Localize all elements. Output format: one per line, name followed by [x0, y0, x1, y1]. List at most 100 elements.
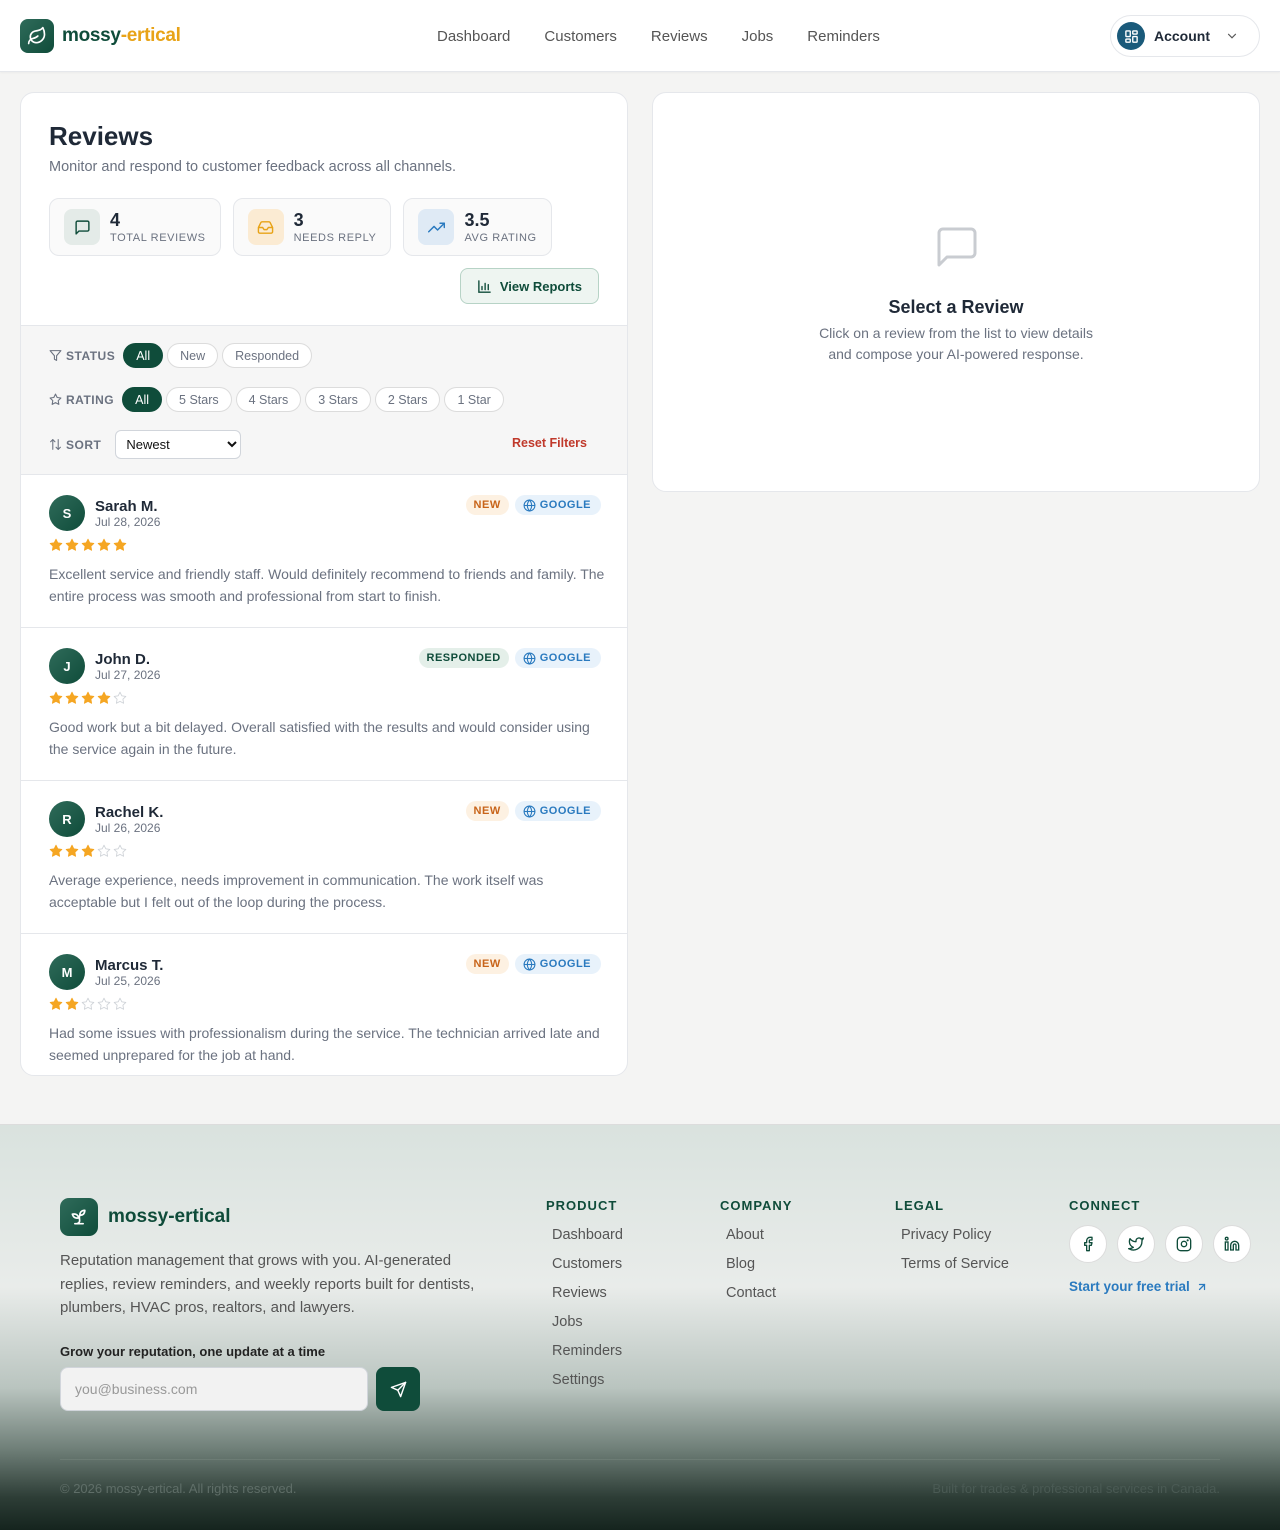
status-label-text: STATUS [66, 348, 116, 363]
status-filter-label: STATUS [49, 349, 115, 363]
filters-panel: STATUS All New Responded RATING All 5 St… [21, 325, 627, 475]
globe-icon [523, 804, 536, 818]
footer-link-reviews[interactable]: Reviews [552, 1283, 623, 1312]
arrow-up-right-icon [1196, 1281, 1208, 1293]
footer-link-dashboard[interactable]: Dashboard [552, 1225, 623, 1254]
footer-built-for: Built for trades & professional services… [932, 1481, 1220, 1496]
footer-link-customers[interactable]: Customers [552, 1254, 623, 1283]
linkedin-icon[interactable] [1213, 1225, 1251, 1263]
footer-link-jobs[interactable]: Jobs [552, 1312, 623, 1341]
brand[interactable]: mossy-ertical [20, 19, 181, 53]
rating-chip-1[interactable]: 1 Star [444, 387, 504, 412]
newsletter-submit-button[interactable] [376, 1367, 420, 1411]
star-filled-icon [81, 691, 95, 705]
main-nav: Dashboard Customers Reviews Jobs Reminde… [420, 0, 897, 72]
brand-name-part1: mossy [62, 25, 121, 46]
facebook-icon[interactable] [1069, 1225, 1107, 1263]
nav-customers[interactable]: Customers [527, 28, 634, 45]
reviews-list-card: Reviews Monitor and respond to customer … [20, 92, 628, 1076]
rating-chip-4[interactable]: 4 Stars [235, 387, 302, 412]
star-filled-icon [65, 997, 79, 1011]
instagram-icon[interactable] [1165, 1225, 1203, 1263]
footer-col-heading: COMPANY [720, 1198, 793, 1213]
footer-link-reminders[interactable]: Reminders [552, 1341, 623, 1370]
rating-chip-3[interactable]: 3 Stars [305, 387, 371, 412]
rating-chip-all[interactable]: All [122, 387, 163, 412]
footer-copyright: © 2026 mossy-ertical. All rights reserve… [60, 1481, 297, 1496]
status-chip-all[interactable]: All [123, 343, 164, 368]
footer: mossy-ertical Reputation management that… [0, 1124, 1280, 1530]
nav-reviews[interactable]: Reviews [634, 28, 725, 45]
review-item[interactable]: R Rachel K. Jul 26, 2026 NEW GOOGLE Average e… [21, 781, 627, 934]
reviewer-name: Sarah M. [95, 498, 158, 515]
stat-label: TOTAL REVIEWS [110, 232, 206, 244]
footer-link-contact[interactable]: Contact [726, 1283, 792, 1312]
footer-col-heading: LEGAL [895, 1198, 945, 1213]
star-empty-icon [113, 691, 127, 705]
account-label: Account [1154, 28, 1210, 44]
nav-jobs[interactable]: Jobs [725, 28, 791, 45]
review-item[interactable]: J John D. Jul 27, 2026 RESPONDED GOOGLE Good … [21, 628, 627, 781]
review-date: Jul 25, 2026 [95, 974, 161, 988]
account-button[interactable]: Account [1110, 15, 1260, 57]
sort-arrows-icon [49, 438, 62, 451]
sort-select[interactable]: Newest [115, 430, 242, 459]
top-navbar: mossy-ertical Dashboard Customers Review… [0, 0, 1280, 72]
star-filled-icon [113, 538, 127, 552]
star-filled-icon [65, 844, 79, 858]
footer-link-about[interactable]: About [726, 1225, 792, 1254]
nav-reminders[interactable]: Reminders [790, 28, 897, 45]
rating-filter-label: RATING [49, 393, 114, 407]
sprout-logo-icon [60, 1198, 98, 1236]
source-label: GOOGLE [539, 499, 591, 511]
source-label: GOOGLE [539, 958, 591, 970]
nav-dashboard[interactable]: Dashboard [420, 28, 527, 45]
leaf-logo-icon [20, 19, 54, 53]
footer-link-blog[interactable]: Blog [726, 1254, 792, 1283]
stat-avg-rating: 3.5 AVG RATING [403, 198, 552, 256]
rating-label-text: RATING [66, 392, 115, 407]
globe-icon [523, 957, 536, 971]
rating-filter-row: RATING All 5 Stars 4 Stars 3 Stars 2 Sta… [49, 387, 504, 412]
review-item[interactable]: S Sarah M. Jul 28, 2026 NEW GOOGLE Excellent … [21, 475, 627, 628]
view-reports-button[interactable]: View Reports [459, 268, 599, 304]
review-item[interactable]: M Marcus T. Jul 25, 2026 NEW GOOGLE Had some … [21, 934, 627, 1075]
trending-up-icon [418, 209, 455, 245]
footer-brand[interactable]: mossy-ertical [60, 1198, 231, 1236]
status-chip-new[interactable]: New [167, 343, 219, 368]
star-filled-icon [97, 691, 111, 705]
newsletter-email-input[interactable] [60, 1367, 368, 1411]
star-filled-icon [49, 691, 63, 705]
rating-chip-2[interactable]: 2 Stars [374, 387, 441, 412]
review-badges: RESPONDED GOOGLE [418, 648, 601, 668]
footer-brand-name: mossy-ertical [108, 1206, 231, 1227]
sort-label-text: SORT [66, 437, 102, 452]
brand-name: mossy-ertical [62, 25, 181, 47]
star-outline-icon [49, 393, 62, 406]
status-chip-responded[interactable]: Responded [222, 343, 313, 368]
source-badge: GOOGLE [514, 801, 601, 821]
send-icon [390, 1381, 407, 1398]
stat-label: AVG RATING [464, 232, 537, 244]
free-trial-link[interactable]: Start your free trial [1069, 1279, 1251, 1294]
status-badge: RESPONDED [418, 648, 509, 668]
review-text: Had some issues with professionalism dur… [49, 1025, 600, 1063]
stat-value: 3 [293, 210, 304, 230]
footer-link-terms[interactable]: Terms of Service [901, 1254, 1009, 1283]
review-badges: NEW GOOGLE [465, 801, 601, 821]
reviewer-name: Marcus T. [95, 957, 164, 974]
reviewer-name: John D. [95, 651, 150, 668]
twitter-icon[interactable] [1117, 1225, 1155, 1263]
footer-link-settings[interactable]: Settings [552, 1370, 623, 1399]
sort-label: SORT [49, 438, 101, 452]
reset-filters-button[interactable]: Reset Filters [512, 436, 587, 450]
avatar: M [49, 954, 85, 990]
page-title: Reviews [49, 121, 154, 151]
star-empty-icon [81, 997, 95, 1011]
rating-chip-5[interactable]: 5 Stars [166, 387, 232, 412]
free-trial-label: Start your free trial [1069, 1279, 1190, 1294]
avatar: R [49, 801, 85, 837]
inbox-icon [247, 209, 284, 245]
globe-icon [523, 498, 536, 512]
footer-link-privacy[interactable]: Privacy Policy [901, 1225, 1009, 1254]
